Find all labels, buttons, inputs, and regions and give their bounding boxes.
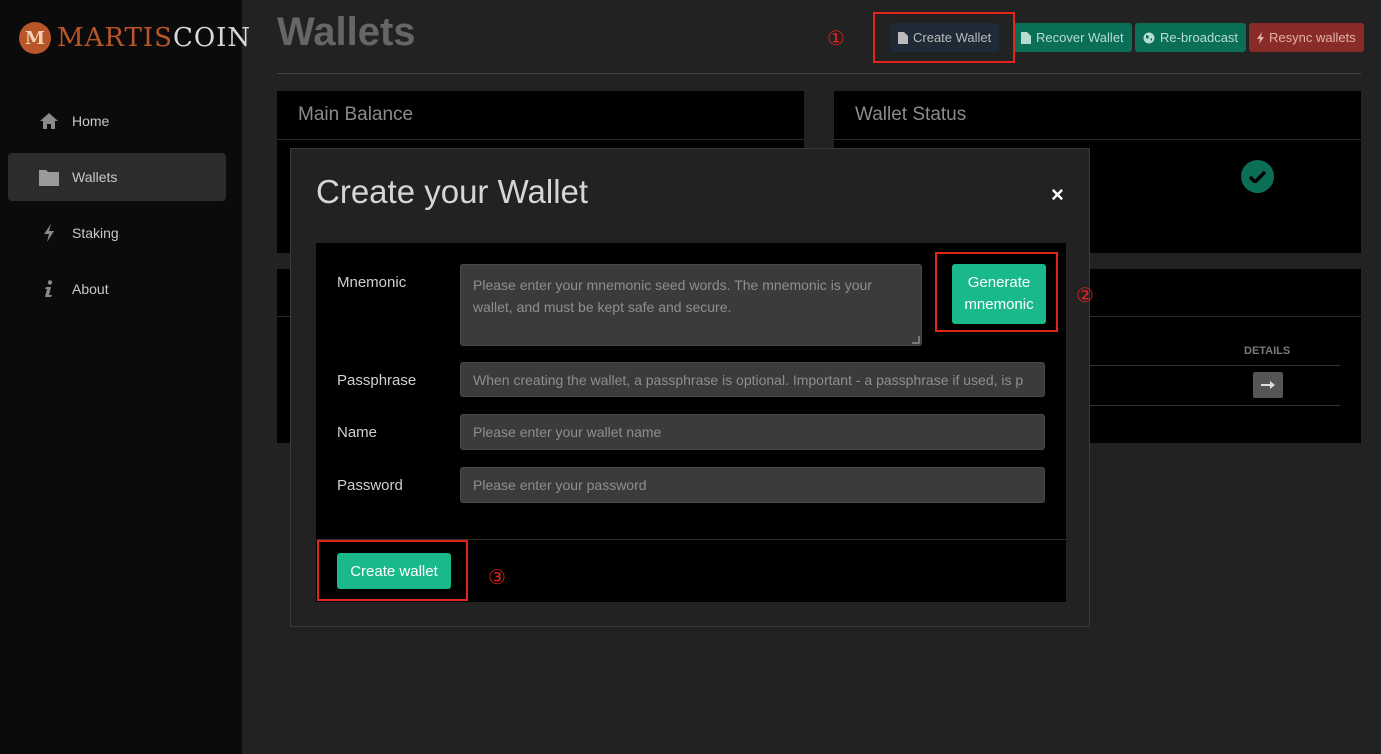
- brand-logo[interactable]: M MARTISCOIN: [19, 22, 251, 54]
- table-row-line: [1061, 405, 1340, 406]
- passphrase-field[interactable]: When creating the wallet, a passphrase i…: [460, 362, 1045, 397]
- arrow-right-icon: [1261, 381, 1275, 389]
- password-field[interactable]: Please enter your password: [460, 467, 1045, 503]
- brand-name: MARTISCOIN: [57, 23, 252, 53]
- mnemonic-placeholder: Please enter your mnemonic seed words. T…: [473, 277, 872, 315]
- highlight-box-create-wallet: [873, 12, 1015, 63]
- resync-wallets-button[interactable]: Resync wallets: [1249, 23, 1364, 52]
- sidebar-item-about[interactable]: About: [8, 265, 226, 313]
- sidebar-nav: Home Wallets Staking About: [8, 97, 226, 321]
- info-icon: [38, 280, 60, 298]
- check-circle-icon: [1241, 160, 1274, 193]
- main-balance-heading: Main Balance: [277, 91, 804, 140]
- details-button[interactable]: [1253, 372, 1283, 398]
- lightning-icon: [38, 224, 60, 242]
- sidebar-item-staking[interactable]: Staking: [8, 209, 226, 257]
- close-icon[interactable]: ×: [1051, 182, 1064, 208]
- details-column-header: DETAILS: [1244, 345, 1291, 357]
- header-divider: [277, 73, 1361, 74]
- logo-mark-icon: M: [19, 22, 51, 54]
- sidebar-item-label: Staking: [72, 225, 119, 241]
- modal-title: Create your Wallet: [316, 173, 589, 210]
- passphrase-placeholder: When creating the wallet, a passphrase i…: [473, 371, 1024, 388]
- rebroadcast-button[interactable]: Re-broadcast: [1135, 23, 1247, 52]
- sidebar: M MARTISCOIN Home Wallets Staking About: [0, 0, 250, 754]
- sidebar-item-home[interactable]: Home: [8, 97, 226, 145]
- recover-wallet-button[interactable]: Recover Wallet: [1013, 23, 1132, 52]
- password-placeholder: Please enter your password: [473, 477, 647, 493]
- step-marker-3: ③: [488, 565, 506, 589]
- home-icon: [38, 112, 60, 130]
- page-title: Wallets: [277, 10, 416, 54]
- step-marker-1: ①: [827, 26, 845, 50]
- name-label: Name: [337, 424, 378, 441]
- wallet-name-field[interactable]: Please enter your wallet name: [460, 414, 1045, 450]
- password-label: Password: [337, 477, 403, 494]
- highlight-box-create-button: [317, 540, 468, 601]
- highlight-box-generate-mnemonic: [935, 252, 1058, 332]
- table-row-line: [1061, 365, 1340, 366]
- sidebar-item-wallets[interactable]: Wallets: [8, 153, 226, 201]
- globe-icon: [1143, 32, 1155, 43]
- wallet-status-heading: Wallet Status: [834, 91, 1361, 140]
- wallet-name-placeholder: Please enter your wallet name: [473, 424, 662, 440]
- step-marker-2: ②: [1076, 283, 1094, 307]
- sidebar-item-label: About: [72, 281, 109, 297]
- mnemonic-textarea[interactable]: Please enter your mnemonic seed words. T…: [460, 264, 922, 346]
- sidebar-item-label: Wallets: [72, 169, 118, 185]
- folder-icon: [38, 168, 60, 186]
- lightning-icon: [1257, 31, 1264, 44]
- mnemonic-label: Mnemonic: [337, 274, 407, 291]
- file-icon: [1021, 31, 1031, 44]
- resize-grip-icon[interactable]: [912, 336, 920, 344]
- sidebar-item-label: Home: [72, 113, 110, 129]
- passphrase-label: Passphrase: [337, 372, 417, 389]
